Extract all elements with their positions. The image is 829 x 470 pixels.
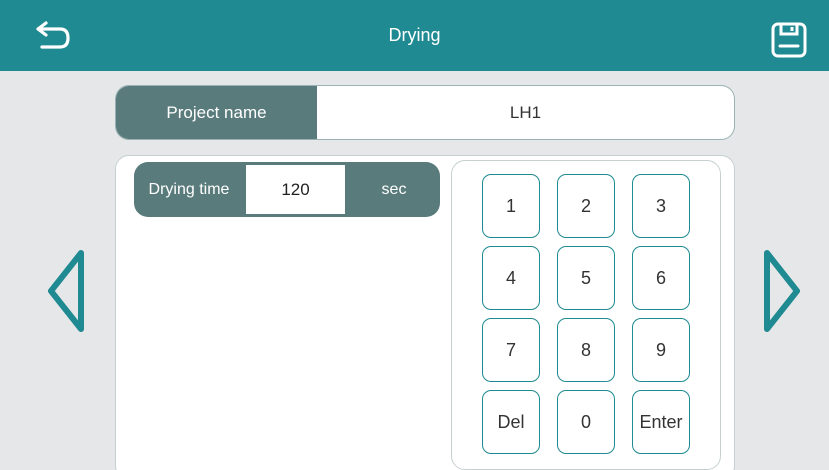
floppy-disk-icon: [771, 22, 807, 58]
project-name-field[interactable]: LH1: [317, 86, 734, 139]
key-4[interactable]: 4: [482, 246, 540, 310]
project-name-label: Project name: [116, 86, 317, 139]
key-3[interactable]: 3: [632, 174, 690, 238]
drying-settings-screen: Drying Project name LH1 Drying time 120 …: [0, 0, 829, 470]
drying-time-unit: sec: [381, 180, 407, 198]
key-5[interactable]: 5: [557, 246, 615, 310]
key-2[interactable]: 2: [557, 174, 615, 238]
drying-time-row: Drying time 120 sec: [134, 162, 440, 217]
numeric-keypad: 1 2 3 4 5 6 7 8 9 Del 0 Enter: [451, 160, 721, 470]
key-8[interactable]: 8: [557, 318, 615, 382]
key-6[interactable]: 6: [632, 246, 690, 310]
next-page-button[interactable]: [760, 245, 804, 337]
drying-time-label: Drying time: [148, 180, 230, 198]
key-enter[interactable]: Enter: [632, 390, 690, 454]
page-title: Drying: [388, 25, 441, 45]
back-arrow-icon: [36, 21, 70, 49]
header-bar: Drying: [0, 0, 829, 71]
key-del[interactable]: Del: [482, 390, 540, 454]
previous-page-button[interactable]: [44, 245, 88, 337]
back-button[interactable]: [36, 20, 72, 52]
project-name-row: Project name LH1: [115, 85, 735, 140]
chevron-left-icon: [48, 250, 84, 332]
key-1[interactable]: 1: [482, 174, 540, 238]
key-0[interactable]: 0: [557, 390, 615, 454]
key-9[interactable]: 9: [632, 318, 690, 382]
drying-time-input[interactable]: 120: [245, 164, 346, 215]
chevron-right-icon: [764, 250, 800, 332]
save-button[interactable]: [770, 21, 808, 59]
key-7[interactable]: 7: [482, 318, 540, 382]
